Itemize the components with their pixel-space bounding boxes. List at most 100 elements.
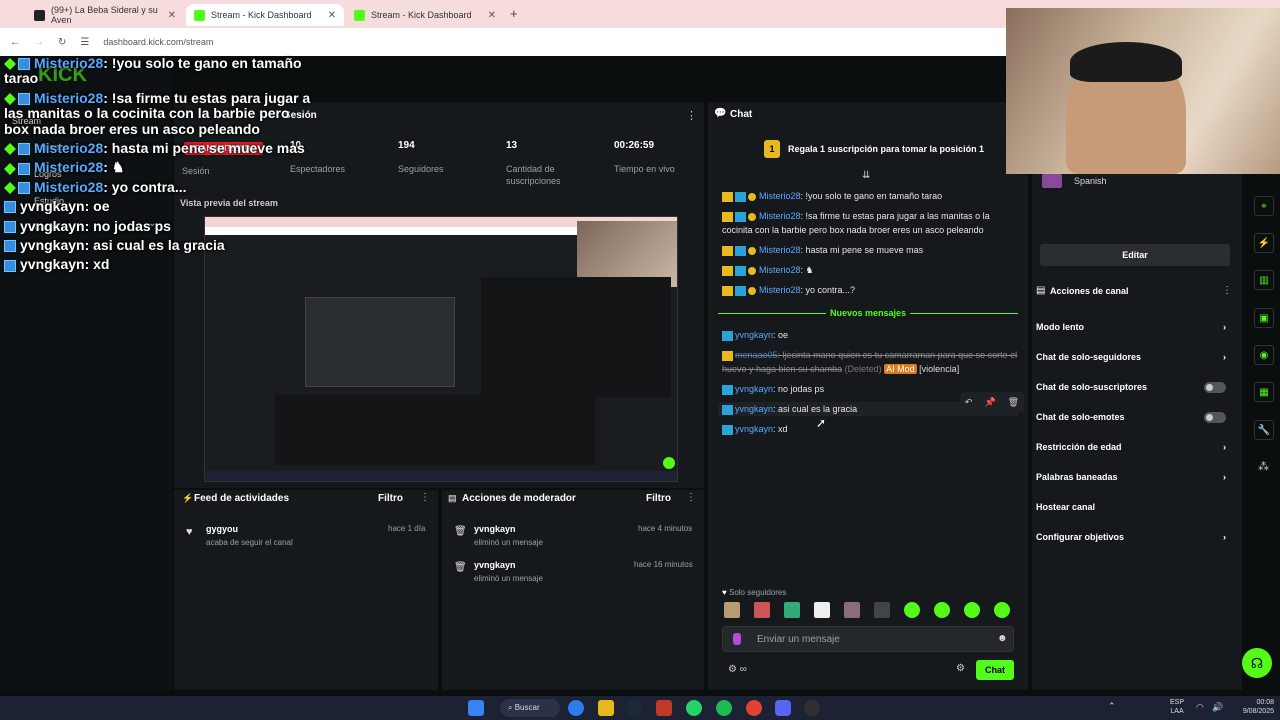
action-hostear-canal[interactable]: Hostear canal (1036, 492, 1236, 522)
badge-icon (4, 220, 16, 233)
emote-icon[interactable] (874, 602, 890, 618)
mod-user[interactable]: yvngkayn (474, 524, 516, 534)
taskbar-search[interactable]: ⌕ Buscar (500, 699, 560, 717)
spotify-icon[interactable] (716, 700, 732, 716)
rail-icon-2[interactable]: ⚡ (1254, 233, 1274, 253)
rail-icon-4[interactable]: ▣ (1254, 308, 1274, 328)
badge-icon (18, 58, 30, 71)
send-chat-button[interactable]: Chat (976, 660, 1014, 680)
action-restriccion-edad[interactable]: Restricción de edad › (1036, 432, 1236, 462)
badge-icon (735, 285, 746, 296)
action-palabras-baneadas[interactable]: Palabras baneadas › (1036, 462, 1236, 492)
badge-icon (722, 285, 733, 296)
badge-icon (4, 182, 16, 194)
windows-start-icon[interactable] (468, 700, 484, 716)
overlay-message: yvngkayn: xd (4, 257, 314, 272)
emoji-icon[interactable]: ☻ (997, 633, 1008, 644)
emote-icon[interactable] (754, 602, 770, 618)
reply-icon[interactable]: ↶ (965, 397, 973, 408)
share-icon[interactable]: ⁂ (1258, 460, 1269, 473)
browser-tab-active[interactable]: Stream - Kick Dashboard ✕ (186, 4, 344, 26)
support-icon[interactable]: ☊ (1242, 648, 1272, 678)
emote-icon[interactable] (934, 602, 950, 618)
chat-message-deleted[interactable]: menaao05: ljecinta mano quien es tu cama… (722, 348, 1018, 376)
taskbar: ⌕ Buscar ⌃ ESP LAA ◠ 🔊 00:08 9/08/2025 (0, 696, 1280, 720)
chat-message[interactable]: Misterio28: hasta mi pene se mueve mas (722, 243, 1018, 257)
overlay-message: yvngkayn: no jodas ps (4, 218, 314, 234)
chat-message[interactable]: Misterio28: yo contra...? (722, 283, 1018, 297)
emote-icon[interactable] (844, 602, 860, 618)
webcam-overlay (1006, 8, 1280, 174)
browser-tab[interactable]: (99+) La Beba Sideral y su Aven ✕ (26, 4, 184, 26)
chat-input[interactable]: Enviar un mensaje ☻ (722, 626, 1014, 652)
action-solo-suscriptores[interactable]: Chat de solo-suscriptores (1036, 372, 1236, 402)
gear-icon[interactable]: ⚙ (956, 663, 965, 674)
new-tab-button[interactable]: + (510, 6, 518, 21)
pin-icon[interactable]: 📌 (984, 397, 995, 408)
back-icon[interactable]: ← (10, 37, 20, 48)
more-icon[interactable]: ⋮ (420, 492, 430, 503)
emote-icon[interactable] (994, 602, 1010, 618)
folder-icon[interactable] (598, 700, 614, 716)
more-icon[interactable]: ⋮ (686, 492, 696, 503)
chrome-icon[interactable] (746, 700, 762, 716)
badge-icon (722, 330, 733, 341)
wifi-icon[interactable]: ◠ (1196, 702, 1204, 713)
action-modo-lento[interactable]: Modo lento › (1036, 312, 1236, 342)
rail-icon-1[interactable]: ⌖ (1254, 196, 1274, 216)
mod-user[interactable]: yvngkayn (474, 560, 516, 570)
wrench-icon[interactable]: 🔧 (1254, 420, 1274, 440)
emote-icon[interactable] (724, 602, 740, 618)
toggle-switch[interactable] (1204, 381, 1226, 393)
volume-icon[interactable]: 🔊 (1212, 702, 1223, 713)
channel-actions-list: Modo lento › Chat de solo-seguidores › Cha… (1036, 312, 1236, 552)
action-solo-seguidores[interactable]: Chat de solo-seguidores › (1036, 342, 1236, 372)
emote-icon[interactable] (784, 602, 800, 618)
steam-icon[interactable] (627, 700, 643, 716)
chat-message[interactable]: yvngkayn: xd (722, 422, 1018, 436)
gift-rank-badge: 1 (764, 140, 780, 158)
gift-banner[interactable]: Regala 1 suscripción para tomar la posic… (788, 144, 984, 154)
settings-icon[interactable]: ⚙ ∞ (728, 664, 747, 675)
rail-icon-6[interactable]: ▦ (1254, 382, 1274, 402)
more-icon[interactable]: ⋮ (686, 109, 697, 122)
chat-message[interactable]: Misterio28: !sa firme tu estas para juga… (722, 209, 1018, 237)
chat-message[interactable]: Misterio28: ♞ (722, 263, 1018, 277)
discord-icon[interactable] (775, 700, 791, 716)
reload-icon[interactable]: ↻ (58, 37, 66, 48)
browser-tab[interactable]: Stream - Kick Dashboard ✕ (346, 4, 504, 26)
emote-icon[interactable] (964, 602, 980, 618)
pin-icon[interactable]: ⇊ (862, 170, 870, 181)
tray-chevron-icon[interactable]: ⌃ (1108, 701, 1116, 712)
toggle-switch[interactable] (1204, 411, 1226, 423)
tab-label: Stream - Kick Dashboard (211, 10, 312, 20)
clock[interactable]: 00:08 9/08/2025 (1232, 698, 1274, 716)
close-icon[interactable]: ✕ (168, 10, 176, 21)
rail-icon-5[interactable]: ◉ (1254, 345, 1274, 365)
action-configurar-objetivos[interactable]: Configurar objetivos › (1036, 522, 1236, 552)
delete-icon[interactable]: 🗑 (1008, 397, 1019, 408)
rail-icon-3[interactable]: ▥ (1254, 270, 1274, 290)
winrar-icon[interactable] (656, 700, 672, 716)
language-indicator[interactable]: ESP LAA (1170, 698, 1184, 716)
emote-icon[interactable] (814, 602, 830, 618)
filter-button[interactable]: Filtro (378, 493, 403, 504)
forward-icon[interactable]: → (34, 37, 44, 48)
whatsapp-icon[interactable] (686, 700, 702, 716)
chat-message[interactable]: yvngkayn: oe (722, 328, 1018, 342)
site-info-icon[interactable]: ☰ (80, 37, 89, 48)
edge-icon[interactable] (568, 700, 584, 716)
chat-message[interactable]: Misterio28: !you solo te gano en tamaño … (722, 189, 1018, 203)
feed-user[interactable]: gygyou (206, 524, 238, 534)
mic-icon[interactable] (733, 633, 741, 645)
obs-icon[interactable] (804, 700, 820, 716)
more-icon[interactable]: ⋮ (1222, 285, 1232, 296)
emote-icon[interactable] (904, 602, 920, 618)
edit-button[interactable]: Editar (1040, 244, 1230, 266)
close-icon[interactable]: ✕ (328, 10, 336, 21)
url-field[interactable]: dashboard.kick.com/stream (103, 37, 213, 47)
action-solo-emotes[interactable]: Chat de solo-emotes (1036, 402, 1236, 432)
close-icon[interactable]: ✕ (488, 10, 496, 21)
filter-button[interactable]: Filtro (646, 493, 671, 504)
overlay-message: yvngkayn: asi cual es la gracia (4, 237, 314, 253)
